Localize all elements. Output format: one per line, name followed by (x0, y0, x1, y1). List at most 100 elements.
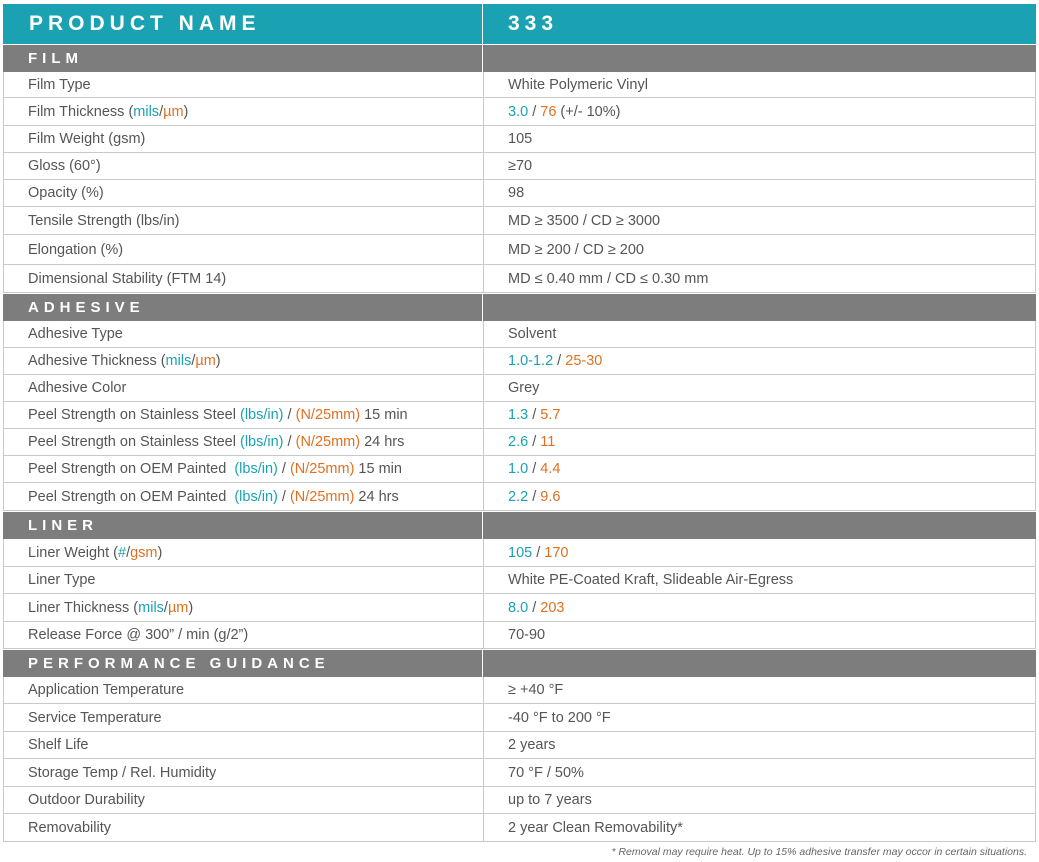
spec-unit-metric: µm (167, 599, 189, 616)
spec-label: Opacity (%) (28, 185, 104, 201)
spec-value-separator: / (528, 434, 541, 450)
spec-row: Peel Strength on Stainless Steel (lbs/in… (3, 402, 1036, 429)
spec-value: White Polymeric Vinyl (508, 76, 648, 93)
product-name-label: PRODUCT NAME (29, 12, 261, 35)
spec-value: 105 (508, 131, 533, 147)
spec-label: Film Type (28, 76, 91, 93)
spec-value-separator: / (528, 488, 541, 505)
section-header-adhesive: ADHESIVE (3, 293, 1036, 321)
spec-label-suffix: 15 min (354, 461, 402, 477)
spec-value-cell: Solvent (483, 321, 1037, 347)
spec-value-cell: 1.0-1.2 / 25-30 (483, 348, 1037, 374)
section-title: ADHESIVE (28, 299, 145, 316)
spec-unit-imperial: (lbs/in) (234, 488, 278, 505)
spec-label-cell: Peel Strength on Stainless Steel (lbs/in… (4, 429, 483, 455)
spec-unit-imperial: mils (165, 353, 192, 369)
spec-label-text: Peel Strength on OEM Painted (28, 488, 235, 505)
spec-row: Film Type White Polymeric Vinyl (3, 72, 1036, 98)
spec-row: Peel Strength on OEM Painted (lbs/in) / … (3, 483, 1036, 511)
spec-row: Storage Temp / Rel. Humidity 70 °F / 50% (3, 759, 1036, 787)
spec-unit-metric: (N/25mm) (289, 488, 355, 505)
spec-label: Outdoor Durability (28, 792, 145, 808)
spec-value-cell: 70 °F / 50% (483, 759, 1037, 786)
spec-label-cell: Peel Strength on Stainless Steel (lbs/in… (4, 402, 483, 428)
spec-label-cell: Storage Temp / Rel. Humidity (4, 759, 483, 786)
spec-value: MD ≥ 200 / CD ≥ 200 (508, 241, 644, 258)
spec-value-cell: 105 (483, 126, 1037, 152)
spec-value-cell: 70-90 (483, 622, 1037, 648)
spec-value-metric: 203 (540, 599, 565, 616)
spec-value-metric: 25-30 (565, 353, 603, 369)
spec-label-cell: Liner Thickness (mils / µm) (4, 594, 483, 621)
spec-label-cell: Adhesive Type (4, 321, 483, 347)
section-header-blank (482, 45, 1036, 72)
spec-unit-metric: (N/25mm) (289, 461, 355, 477)
spec-value-cell: 1.3 / 5.7 (483, 402, 1037, 428)
spec-value-metric: 4.4 (540, 461, 561, 477)
spec-value-cell: MD ≤ 0.40 mm / CD ≤ 0.30 mm (483, 265, 1037, 292)
spec-unit-separator: / (283, 407, 296, 423)
spec-value-cell: MD ≥ 3500 / CD ≥ 3000 (483, 207, 1037, 234)
spec-unit-imperial: (lbs/in) (234, 461, 278, 477)
spec-label-cell: Liner Type (4, 567, 483, 593)
spec-label-cell: Dimensional Stability (FTM 14) (4, 265, 483, 292)
spec-value-cell: 2.2 / 9.6 (483, 483, 1037, 510)
spec-label-suffix: ) (183, 103, 189, 120)
spec-value-separator: / (528, 461, 541, 477)
spec-label: Dimensional Stability (FTM 14) (28, 270, 227, 287)
spec-label-cell: Removability (4, 814, 483, 841)
spec-value-cell: -40 °F to 200 °F (483, 704, 1037, 731)
spec-value: White PE-Coated Kraft, Slideable Air-Egr… (508, 572, 794, 588)
spec-row: Adhesive Thickness (mils / µm) 1.0-1.2 / 25… (3, 348, 1036, 375)
spec-value: 2 year Clean Removability* (508, 819, 683, 836)
spec-row: Removability 2 year Clean Removability* (3, 814, 1036, 842)
spec-label-cell: Service Temperature (4, 704, 483, 731)
spec-label-suffix: ) (157, 544, 163, 561)
section-header-blank (482, 512, 1036, 539)
spec-label: Tensile Strength (lbs/in) (28, 212, 180, 229)
spec-value: -40 °F to 200 °F (508, 709, 611, 726)
spec-label: Application Temperature (28, 682, 185, 698)
spec-label: Removability (28, 819, 111, 836)
spec-value-cell: 98 (483, 180, 1037, 206)
spec-label-cell: Peel Strength on OEM Painted (lbs/in) / … (4, 483, 483, 510)
spec-row: Application Temperature ≥ +40 °F (3, 677, 1036, 704)
spec-label: Gloss (60°) (28, 158, 101, 174)
spec-label: Elongation (%) (28, 241, 124, 258)
spec-label-cell: Liner Weight (# / gsm) (4, 539, 483, 566)
spec-unit-metric: (N/25mm) (295, 434, 361, 450)
spec-value: 70 °F / 50% (508, 764, 584, 781)
spec-value-separator: / (528, 599, 541, 616)
spec-row: Dimensional Stability (FTM 14) MD ≤ 0.40 … (3, 265, 1036, 293)
spec-label-suffix: 15 min (360, 407, 408, 423)
section-header-performance: PERFORMANCE GUIDANCE (3, 649, 1036, 677)
product-name-value: 333 (482, 4, 1036, 44)
footnote: * Removal may require heat. Up to 15% ad… (611, 846, 1027, 858)
spec-row: Liner Type White PE-Coated Kraft, Slideab… (3, 567, 1036, 594)
spec-value: MD ≥ 3500 / CD ≥ 3000 (508, 212, 661, 229)
spec-label-text: Adhesive Thickness ( (28, 353, 166, 369)
spec-row: Outdoor Durability up to 7 years (3, 787, 1036, 814)
spec-value-imperial: 105 (508, 544, 533, 561)
spec-row: Tensile Strength (lbs/in) MD ≥ 3500 / CD … (3, 207, 1036, 235)
spec-unit-imperial: (lbs/in) (240, 407, 284, 423)
spec-label-cell: Application Temperature (4, 677, 483, 703)
spec-label: Storage Temp / Rel. Humidity (28, 764, 217, 781)
spec-label: Adhesive Type (28, 326, 123, 342)
spec-label-text: Peel Strength on OEM Painted (28, 461, 235, 477)
spec-label-cell: Shelf Life (4, 732, 483, 758)
spec-value-cell: up to 7 years (483, 787, 1037, 813)
spec-value-cell: 2 years (483, 732, 1037, 758)
spec-unit-metric: µm (195, 353, 216, 369)
spec-label: Liner Type (28, 572, 96, 588)
section-title: FILM (28, 50, 83, 67)
spec-label-cell: Gloss (60°) (4, 153, 483, 179)
spec-value-cell: ≥70 (483, 153, 1037, 179)
spec-row: Adhesive Type Solvent (3, 321, 1036, 348)
spec-label-cell: Film Weight (gsm) (4, 126, 483, 152)
spec-row: Shelf Life 2 years (3, 732, 1036, 759)
spec-value-separator: / (528, 103, 541, 120)
spec-label: Release Force @ 300” / min (g/2”) (28, 627, 249, 643)
spec-row: Opacity (%) 98 (3, 180, 1036, 207)
section-header-blank (482, 650, 1036, 677)
